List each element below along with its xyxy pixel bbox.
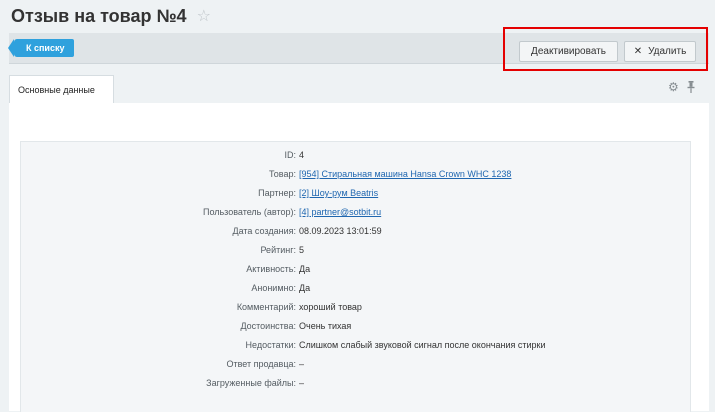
star-icon[interactable]: ☆ [197, 8, 211, 25]
delete-label: Удалить [648, 46, 687, 57]
field-row-partner: Партнер: [2] Шоу-рум Beatris [21, 186, 690, 200]
page-title-text: Отзыв на товар №4 [11, 6, 187, 26]
field-label: Комментарий: [236, 302, 296, 312]
field-row-active: Активность: Да [21, 262, 690, 276]
field-row-created: Дата создания: 08.09.2023 13:01:59 [21, 224, 690, 238]
tab-bar: Основные данные ⚙ [9, 71, 709, 104]
user-link[interactable]: [4] partner@sotbit.ru [299, 205, 381, 219]
field-row-id: ID: 4 [21, 148, 690, 162]
field-value: хороший товар [299, 302, 362, 312]
page: Отзыв на товар №4 ☆ К списку Деактивиров… [0, 0, 715, 412]
field-row-comment: Комментарий: хороший товар [21, 300, 690, 314]
partner-link[interactable]: [2] Шоу-рум Beatris [299, 186, 378, 200]
field-label: Активность: [246, 264, 296, 274]
field-label: Дата создания: [232, 226, 297, 236]
field-value: Да [299, 264, 311, 274]
product-link[interactable]: [954] Стиральная машина Hansa Crown WHC … [299, 167, 511, 181]
field-row-reply: Ответ продавца: – [21, 357, 690, 371]
pin-icon-shape [687, 81, 695, 93]
tab-main-data[interactable]: Основные данные [9, 75, 114, 103]
gear-icon[interactable]: ⚙ [668, 81, 679, 93]
field-row-cons: Недостатки: Слишком слабый звуковой сигн… [21, 338, 690, 352]
field-label: Товар: [269, 169, 296, 179]
field-row-rating: Рейтинг: 5 [21, 243, 690, 257]
field-label: Партнер: [258, 188, 296, 198]
field-value: Слишком слабый звуковой сигнал после око… [299, 340, 546, 350]
field-label: Загруженные файлы: [206, 378, 296, 388]
details-panel: ID: 4 Товар: [954] Стиральная машина Han… [20, 141, 691, 412]
tab-content: ID: 4 Товар: [954] Стиральная машина Han… [9, 103, 709, 412]
field-row-pros: Достоинства: Очень тихая [21, 319, 690, 333]
deactivate-label: Деактивировать [531, 46, 606, 57]
field-label: Достоинства: [240, 321, 296, 331]
field-row-user: Пользователь (автор): [4] partner@sotbit… [21, 205, 690, 219]
field-value: 08.09.2023 13:01:59 [299, 226, 382, 236]
field-label: Пользователь (автор): [202, 207, 296, 217]
back-to-list-button[interactable]: К списку [7, 39, 75, 57]
field-value: Да [299, 283, 311, 293]
field-label: Рейтинг: [260, 245, 296, 255]
field-value: Очень тихая [299, 321, 352, 331]
deactivate-button[interactable]: Деактивировать [519, 41, 618, 62]
delete-button[interactable]: ✕ Удалить [624, 41, 696, 62]
field-row-product: Товар: [954] Стиральная машина Hansa Cro… [21, 167, 690, 181]
close-icon: ✕ [633, 46, 643, 57]
field-label: ID: [284, 150, 296, 160]
back-to-list-label: К списку [26, 43, 65, 53]
field-label: Недостатки: [245, 340, 296, 350]
field-label: Ответ продавца: [226, 359, 296, 369]
field-value: 5 [299, 245, 305, 255]
field-value: – [299, 378, 305, 388]
field-label: Анонимно: [251, 283, 296, 293]
field-value: 4 [299, 150, 305, 160]
field-value: – [299, 359, 305, 369]
tab-main-data-label: Основные данные [18, 84, 95, 95]
pin-icon[interactable] [687, 81, 695, 95]
field-row-anonymous: Анонимно: Да [21, 281, 690, 295]
field-row-files: Загруженные файлы: – [21, 376, 690, 390]
page-title: Отзыв на товар №4 ☆ [11, 6, 211, 27]
